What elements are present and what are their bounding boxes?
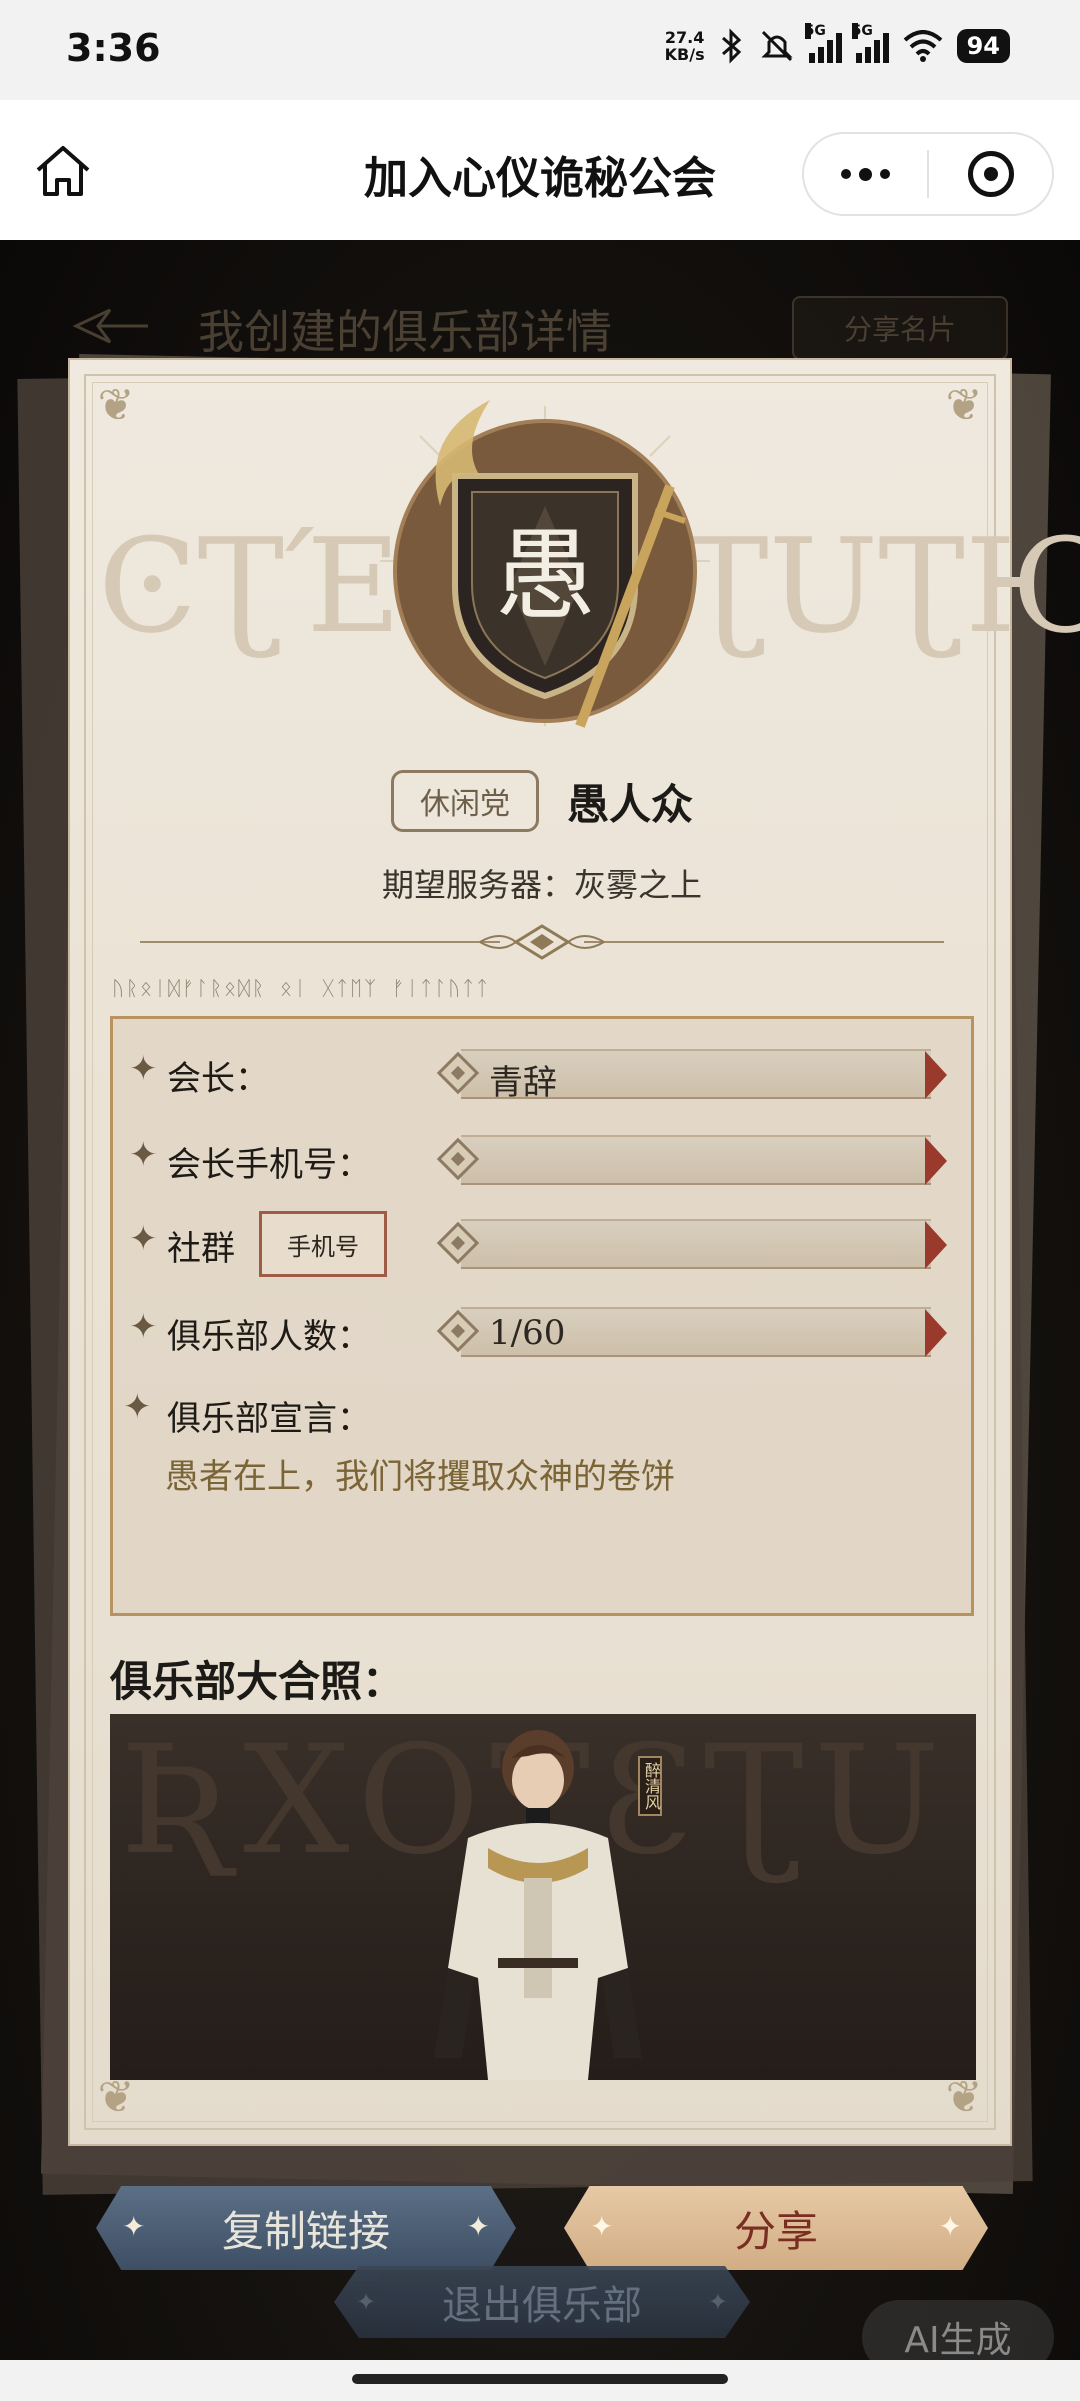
star-icon: ✦: [129, 1307, 158, 1347]
sparkle-icon: ✦: [707, 2288, 728, 2316]
network-speed: 27.4 KB/s: [664, 28, 705, 64]
star-icon: ✦: [129, 1219, 158, 1259]
status-bar: 3:36 27.4 KB/s 5G 5G 94: [0, 0, 1080, 100]
community-type-tag[interactable]: 手机号: [259, 1211, 387, 1277]
status-icons: 27.4 KB/s 5G 5G 94: [664, 23, 1010, 64]
community-field: [433, 1217, 947, 1271]
sparkle-icon: ✦: [938, 2210, 962, 2243]
corner-ornament-icon: ❦: [97, 380, 135, 431]
member-name-tag: 醉清风: [638, 1756, 662, 1816]
exit-club-button[interactable]: ✦ 退出俱乐部 ✦: [334, 2266, 750, 2338]
server-value: 灰雾之上: [574, 866, 703, 904]
club-name: 愚人众: [566, 779, 693, 829]
dot-icon: [880, 169, 890, 179]
club-emblem: 愚: [380, 400, 710, 728]
status-time: 3:36: [66, 26, 161, 70]
info-row-member-count: ✦ 俱乐部人数： 1/60: [113, 1299, 977, 1359]
exit-club-label: 退出俱乐部: [442, 2283, 642, 2329]
info-label: 社群: [167, 1229, 235, 1269]
title-bar: 加入心仪诡秘公会: [0, 100, 1080, 240]
server-label: 期望服务器：: [381, 866, 574, 904]
info-row-community: ✦ 社群 手机号: [113, 1211, 977, 1277]
club-card: ❦ ❦ ❦ ❦ ϾƮΈZ ƮUƮЮ 愚 休闲党 愚人众 期望服务器：灰雾之上 ᚢ…: [68, 358, 1080, 2146]
group-photo-title: 俱乐部大合照：: [110, 1657, 405, 1706]
president-field: 青辞: [433, 1047, 947, 1103]
home-indicator[interactable]: [352, 2374, 728, 2384]
dot-icon: [859, 167, 872, 181]
mini-program-capsule: [802, 132, 1054, 216]
rune-banner-right: ƮUƮЮ: [682, 510, 1080, 662]
sparkle-icon: ✦: [466, 2210, 490, 2243]
corner-ornament-icon: ❦: [945, 380, 983, 431]
share-label: 分享: [733, 2206, 818, 2256]
info-label: 会长手机号：: [167, 1145, 371, 1185]
share-card-button[interactable]: 分享名片: [792, 296, 1008, 360]
president-phone-field: [433, 1133, 947, 1187]
info-row-president: ✦ 会长： 青辞: [113, 1041, 977, 1103]
club-info-box: ✦ 会长： 青辞 ✦ 会长手机号： ✦ 社群 手机号 ✦ 俱乐部人数： 1/60…: [110, 1016, 974, 1616]
background-title: 我创建的俱乐部详情: [198, 305, 612, 359]
star-icon: ✦: [123, 1387, 152, 1427]
signal-sim1-icon: 5G: [804, 23, 842, 63]
dot-icon: [841, 169, 851, 179]
system-navigation-bar: [0, 2360, 1080, 2401]
close-mini-program-button[interactable]: [929, 132, 1052, 216]
manifesto-label: 俱乐部宣言：: [167, 1399, 371, 1439]
sparkle-icon: ✦: [356, 2288, 377, 2316]
target-icon: [967, 151, 1014, 197]
battery-indicator: 94: [956, 29, 1010, 63]
rune-subtitle: ᚢᚱᛟᛁᛞᚠᛚᚱᛟᛞᚱ ᛟᛁ ᚷᛏᛖᛉ ᚠᛁᛏᛚᚢᛏᛏ: [112, 976, 491, 1000]
background-header: 我创建的俱乐部详情 分享名片: [70, 296, 1010, 366]
star-icon: ✦: [129, 1049, 158, 1089]
sparkle-icon: ✦: [122, 2210, 146, 2243]
copy-link-label: 复制链接: [221, 2206, 390, 2256]
info-row-president-phone: ✦ 会长手机号：: [113, 1127, 977, 1187]
star-icon: ✦: [129, 1135, 158, 1175]
member-count-field: 1/60: [433, 1305, 947, 1359]
emblem-character: 愚: [495, 517, 595, 634]
share-button[interactable]: ✦ 分享 ✦: [564, 2186, 988, 2270]
more-menu-button[interactable]: [804, 132, 927, 216]
president-value: 青辞: [489, 1063, 557, 1103]
wifi-icon: [903, 30, 942, 62]
info-label: 会长：: [167, 1059, 269, 1099]
signal-sim2-icon: 5G: [851, 23, 889, 63]
mute-icon: [760, 30, 793, 62]
copy-link-button[interactable]: ✦ 复制链接 ✦: [96, 2186, 516, 2270]
back-arrow-icon[interactable]: [70, 306, 150, 346]
club-identity-row: 休闲党 愚人众: [70, 770, 1014, 832]
bluetooth-icon: [721, 28, 741, 64]
group-photo: ƦXOƮƐƮU 醉清风: [110, 1714, 976, 2080]
member-count-value: 1/60: [489, 1313, 566, 1353]
sparkle-icon: ✦: [590, 2210, 614, 2243]
club-type-tag: 休闲党: [390, 770, 539, 832]
member-avatar[interactable]: [428, 1728, 648, 2080]
manifesto-text: 愚者在上，我们将攫取众神的卷饼: [165, 1457, 675, 1497]
server-line: 期望服务器：灰雾之上: [70, 860, 1014, 906]
divider-ornament-icon: [140, 924, 944, 960]
info-label: 俱乐部人数：: [167, 1317, 371, 1357]
